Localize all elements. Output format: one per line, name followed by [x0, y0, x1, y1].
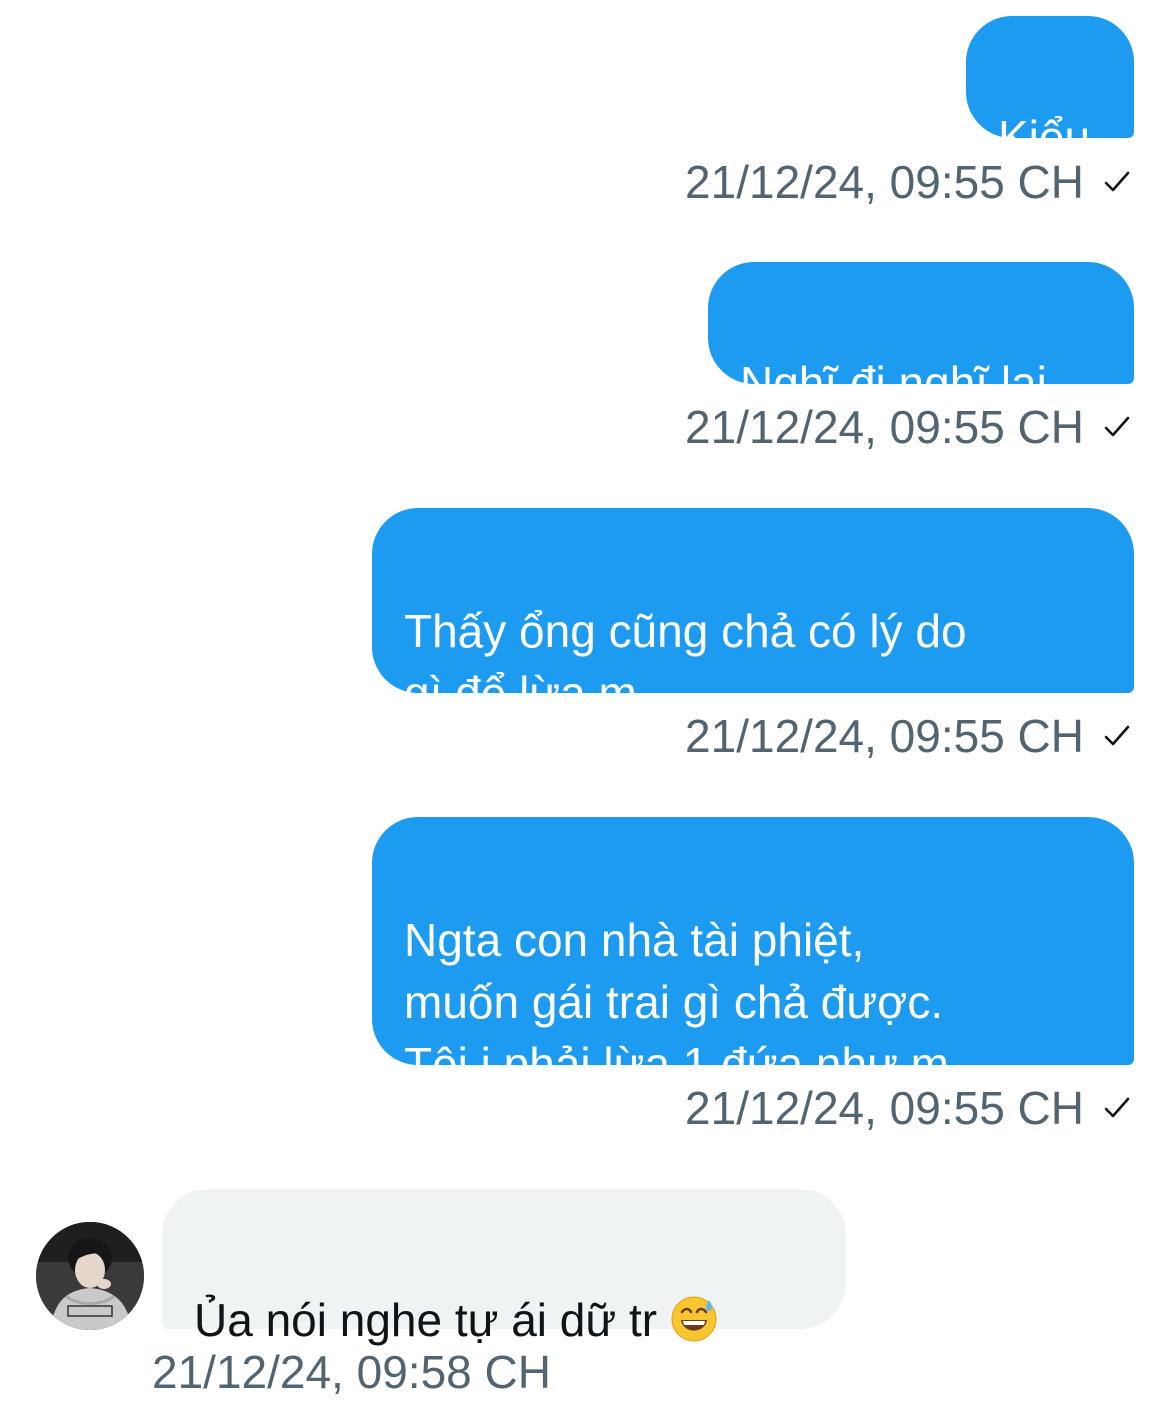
message-text: Ngta con nhà tài phiệt, muốn gái trai gì… — [404, 914, 949, 1090]
check-icon — [1104, 1097, 1130, 1118]
check-icon — [1104, 725, 1130, 746]
outgoing-message-bubble[interactable]: Thấy ổng cũng chả có lý do gì để lừa m — [372, 508, 1134, 719]
grinning-sweat-emoji — [671, 1296, 717, 1342]
message-meta: 21/12/24, 09:58 CH — [152, 1344, 551, 1400]
message-meta: 21/12/24, 09:55 CH — [685, 154, 1132, 210]
message-text: Ủa nói nghe tự ái dữ tr — [194, 1294, 658, 1346]
message-meta: 21/12/24, 09:55 CH — [685, 708, 1132, 764]
avatar[interactable] — [36, 1222, 144, 1330]
check-icon — [1104, 416, 1130, 437]
message-timestamp: 21/12/24, 09:58 CH — [152, 1346, 551, 1398]
message-timestamp: 21/12/24, 09:55 CH — [685, 1082, 1084, 1134]
outgoing-message-bubble[interactable]: Kiểu — [966, 16, 1134, 163]
message-text: Thấy ổng cũng chả có lý do gì để lừa m — [404, 605, 967, 719]
check-icon — [1104, 171, 1130, 192]
incoming-message-bubble[interactable]: Ủa nói nghe tự ái dữ tr — [162, 1189, 846, 1346]
message-thread: Kiểu 21/12/24, 09:55 CH Nghĩ đi nghĩ lại… — [0, 0, 1170, 1419]
outgoing-message-bubble[interactable]: Ngta con nhà tài phiệt, muốn gái trai gì… — [372, 817, 1134, 1090]
avatar-image — [36, 1222, 144, 1330]
message-timestamp: 21/12/24, 09:55 CH — [685, 710, 1084, 762]
message-meta: 21/12/24, 09:55 CH — [685, 1080, 1132, 1136]
message-meta: 21/12/24, 09:55 CH — [685, 399, 1132, 455]
message-timestamp: 21/12/24, 09:55 CH — [685, 401, 1084, 453]
outgoing-message-bubble[interactable]: Nghĩ đi nghĩ lại — [708, 262, 1134, 409]
message-timestamp: 21/12/24, 09:55 CH — [685, 156, 1084, 208]
